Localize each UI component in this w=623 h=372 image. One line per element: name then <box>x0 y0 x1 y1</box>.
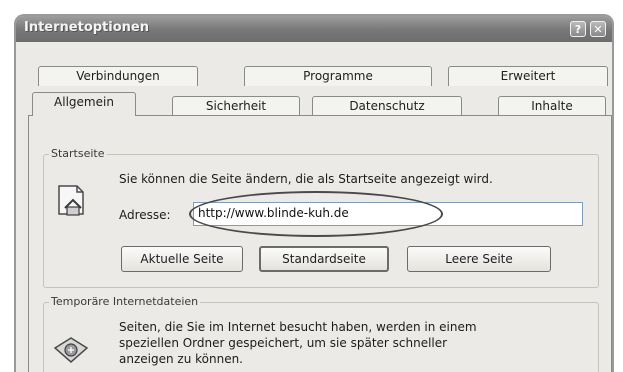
title-bar[interactable]: Internetoptionen ? ✕ <box>16 16 612 42</box>
address-label: Adresse: <box>119 208 171 222</box>
tab-programme[interactable]: Programme <box>244 66 432 86</box>
startseite-legend: Startseite <box>49 147 107 160</box>
tab-datenschutz[interactable]: Datenschutz <box>312 96 462 116</box>
default-page-button[interactable]: Standardseite <box>259 246 389 272</box>
window-title: Internetoptionen <box>24 20 149 35</box>
close-button[interactable]: ✕ <box>590 21 606 37</box>
tab-allgemein[interactable]: Allgemein <box>32 92 136 116</box>
startseite-description: Sie können die Seite ändern, die als Sta… <box>119 172 493 186</box>
tab-erweitert[interactable]: Erweitert <box>448 66 608 86</box>
tab-panel: Startseite Sie können die Seite ändern, … <box>28 115 612 372</box>
temp-files-line-2: speziellen Ordner gespeichert, um sie sp… <box>119 336 448 350</box>
highlight-ellipse <box>189 191 443 237</box>
blank-page-button[interactable]: Leere Seite <box>407 246 551 272</box>
tab-verbindungen[interactable]: Verbindungen <box>38 66 198 86</box>
temp-files-line-1: Seiten, die Sie im Internet besucht habe… <box>119 320 477 334</box>
tab-sicherheit[interactable]: Sicherheit <box>172 96 300 116</box>
temp-files-icon <box>53 337 89 363</box>
temp-files-line-3: anzeigen zu können. <box>119 352 243 366</box>
tab-inhalte[interactable]: Inhalte <box>498 96 606 116</box>
temp-files-legend: Temporäre Internetdateien <box>49 295 201 308</box>
current-page-button[interactable]: Aktuelle Seite <box>121 246 243 272</box>
home-page-icon <box>58 185 84 216</box>
help-button[interactable]: ? <box>570 21 586 37</box>
